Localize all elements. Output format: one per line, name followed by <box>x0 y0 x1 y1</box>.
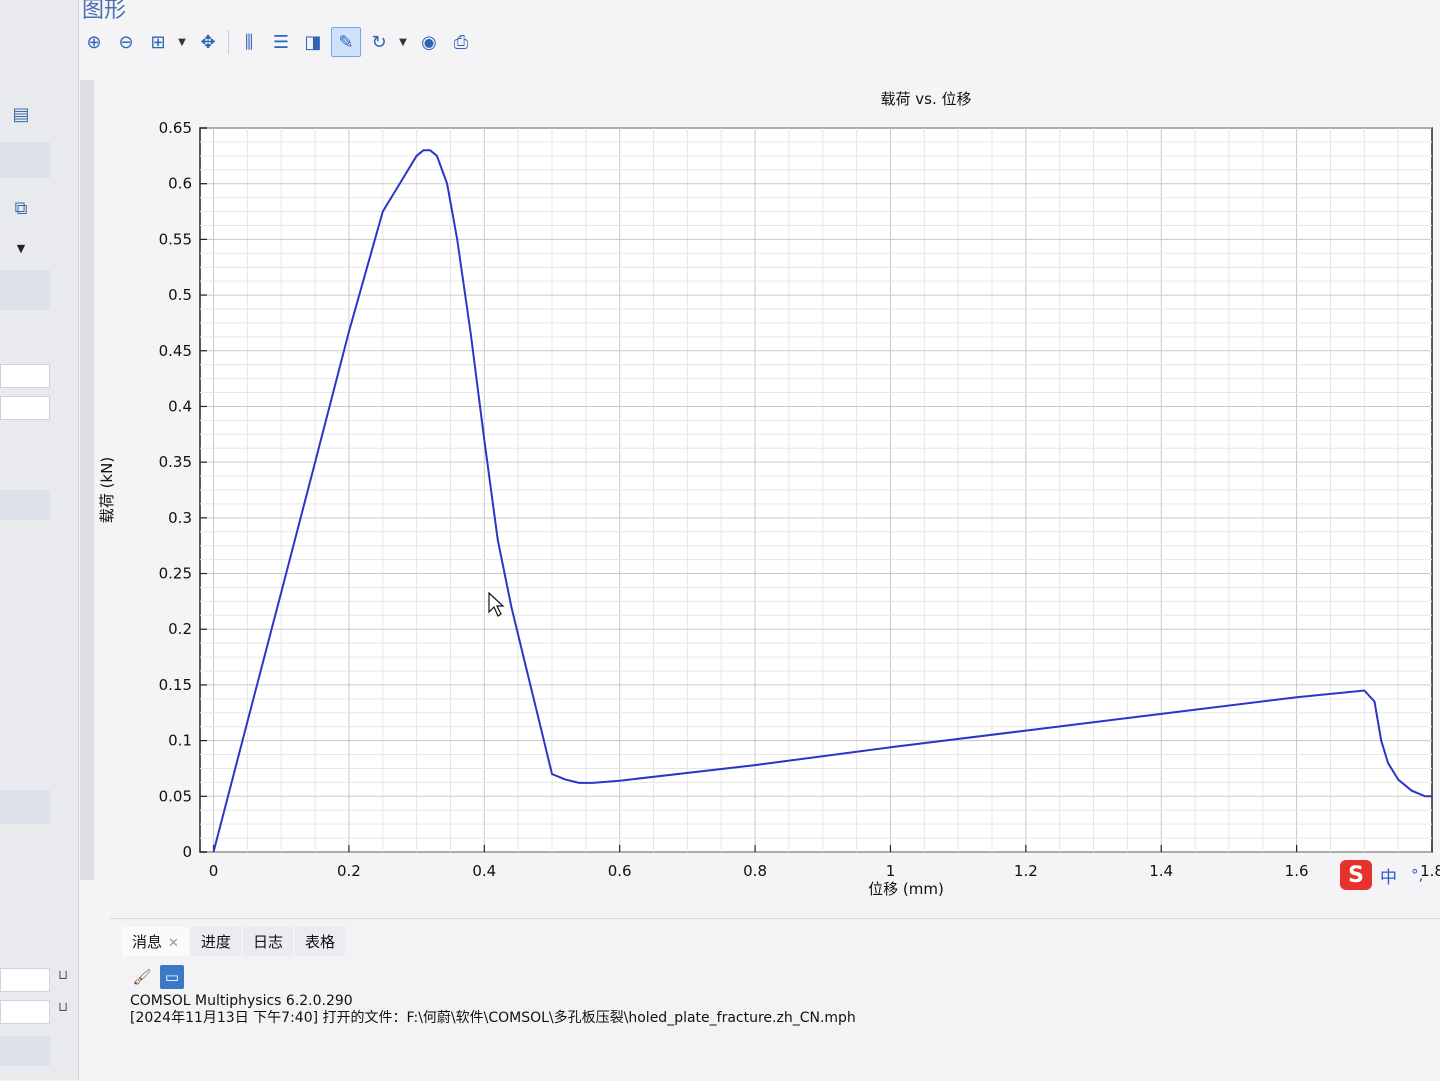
tab-label: 进度 <box>200 933 231 951</box>
tab-label: 日志 <box>252 933 283 951</box>
y-tick-label: 0.45 <box>159 342 192 360</box>
y-tick-label: 0.25 <box>159 565 192 583</box>
y-tick-label: 0.4 <box>168 397 192 415</box>
ime-logo: S <box>1340 860 1372 890</box>
x-tick-label: 0.2 <box>337 862 361 880</box>
x-tick-label: 0.6 <box>608 862 632 880</box>
x-tick-label: 1 <box>886 862 896 880</box>
window-icon[interactable]: ▭ <box>160 965 184 989</box>
x-tick-label: 0 <box>209 862 219 880</box>
tab-log[interactable]: 日志 <box>242 927 293 956</box>
ime-indicator[interactable]: S 中 °, <box>1340 860 1423 890</box>
message-list: COMSOL Multiphysics 6.2.0.290 [2024年11月1… <box>130 993 856 1027</box>
tab-label: 消息 <box>132 933 163 951</box>
ime-mode[interactable]: 中 <box>1380 863 1397 888</box>
x-tick-label: 1.6 <box>1285 862 1309 880</box>
x-tick-label: 0.8 <box>743 862 767 880</box>
y-tick-label: 0.55 <box>159 230 192 248</box>
y-tick-label: 0.15 <box>159 676 192 694</box>
y-tick-label: 0.35 <box>159 453 192 471</box>
y-axis-title: 载荷 (kN) <box>98 457 116 523</box>
message-toolbar: 🖌 ▭ <box>130 965 190 989</box>
y-tick-label: 0.5 <box>168 286 192 304</box>
bottom-tabs: 消息 ✕ 进度 日志 表格 <box>122 927 347 956</box>
x-tick-label: 1.4 <box>1149 862 1173 880</box>
y-tick-label: 0.2 <box>168 620 192 638</box>
y-tick-label: 0.6 <box>168 175 192 193</box>
tab-progress[interactable]: 进度 <box>190 927 241 956</box>
y-tick-label: 0.3 <box>168 509 192 527</box>
y-tick-label: 0.05 <box>159 787 192 805</box>
message-line: [2024年11月13日 下午7:40] 打开的文件：F:\何蔚\软件\COMS… <box>130 1010 856 1026</box>
ime-punctuation[interactable]: °, <box>1411 866 1423 884</box>
x-axis-title: 位移 (mm) <box>868 880 944 898</box>
messages-panel: 消息 ✕ 进度 日志 表格 🖌 ▭ COMSOL Multiphysics 6.2… <box>110 918 1440 1081</box>
tab-label: 表格 <box>304 933 335 951</box>
y-tick-label: 0 <box>182 843 192 861</box>
x-tick-label: 1.2 <box>1014 862 1038 880</box>
tab-messages[interactable]: 消息 ✕ <box>122 927 189 956</box>
clear-icon[interactable]: 🖌 <box>130 965 154 989</box>
tab-table[interactable]: 表格 <box>294 927 345 956</box>
y-tick-label: 0.1 <box>168 732 192 750</box>
chart-title: 载荷 vs. 位移 <box>881 90 972 108</box>
x-tick-label: 0.4 <box>472 862 496 880</box>
y-tick-label: 0.65 <box>159 119 192 137</box>
close-icon[interactable]: ✕ <box>168 936 179 951</box>
message-line: COMSOL Multiphysics 6.2.0.290 <box>130 993 353 1009</box>
mouse-cursor-icon <box>488 592 505 617</box>
